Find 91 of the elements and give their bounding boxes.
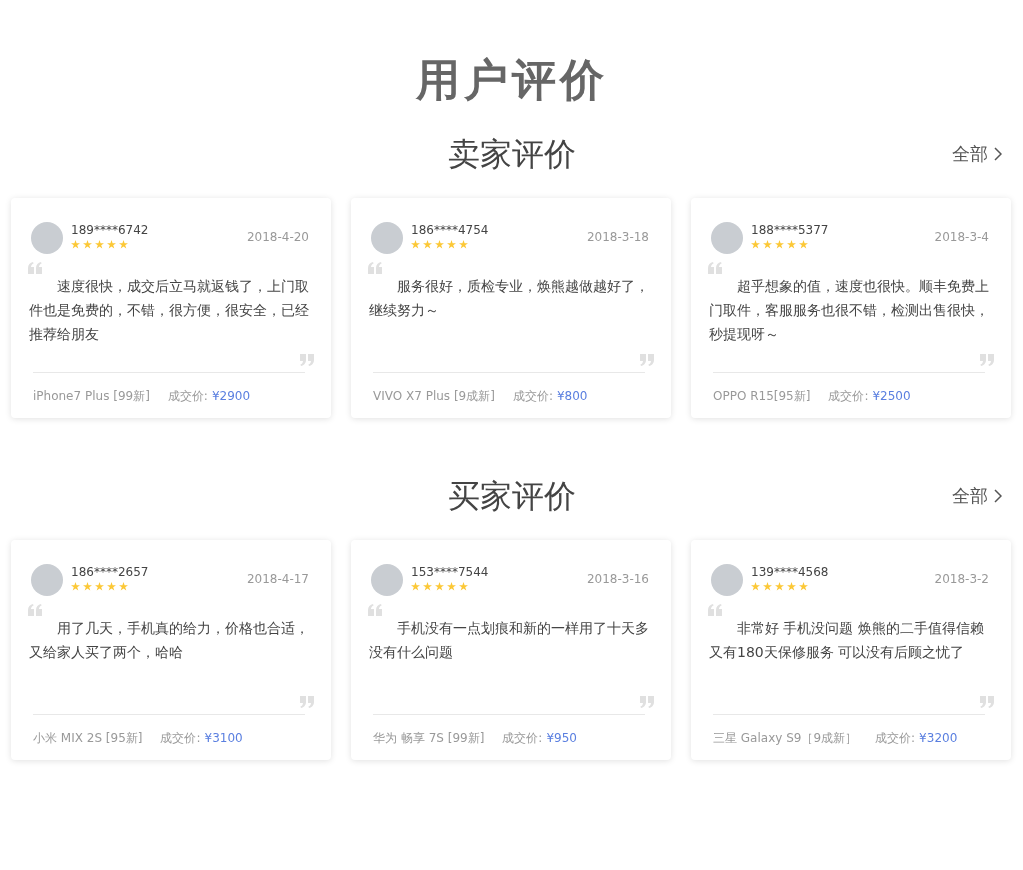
price-label: 成交价: [502, 731, 543, 745]
close-quote-icon [299, 696, 315, 708]
chevron-right-icon [994, 146, 1002, 161]
star-filled-icon [423, 582, 432, 591]
open-quote-icon [367, 604, 383, 616]
review-date: 2018-3-18 [586, 229, 649, 246]
star-filled-icon [459, 582, 468, 591]
product-name: 三星 Galaxy S9［9成新］ [713, 730, 858, 747]
open-quote-icon [707, 604, 723, 616]
price-value: ¥3100 [204, 731, 243, 745]
star-filled-icon [95, 240, 104, 249]
close-quote-icon [979, 696, 995, 708]
open-quote-icon [367, 262, 383, 274]
star-filled-icon [107, 582, 116, 591]
review-text: 手机没有一点划痕和新的一样用了十天多没有什么问题 [369, 619, 649, 662]
product-name: iPhone7 Plus [99新] [33, 388, 150, 405]
product-name: OPPO R15[95新] [713, 388, 811, 405]
star-filled-icon [763, 582, 772, 591]
avatar-placeholder [371, 564, 403, 596]
star-filled-icon [751, 582, 760, 591]
star-filled-icon [775, 582, 784, 591]
avatar-placeholder [711, 222, 743, 254]
review-text: 服务很好，质检专业，焕熊越做越好了，继续努力～ [369, 277, 649, 320]
open-quote-icon [27, 262, 43, 274]
review-date: 2018-4-17 [246, 571, 309, 588]
close-quote-icon [639, 354, 655, 366]
star-filled-icon [447, 582, 456, 591]
star-filled-icon [799, 582, 808, 591]
open-quote-icon [707, 262, 723, 274]
user-phone: 153****7544 [411, 564, 489, 580]
price-value: ¥3200 [919, 731, 958, 745]
review-date: 2018-3-2 [934, 571, 989, 588]
star-filled-icon [411, 582, 420, 591]
price-value: ¥2900 [211, 389, 251, 403]
star-filled-icon [83, 240, 92, 249]
star-filled-icon [411, 240, 420, 249]
close-quote-icon [979, 354, 995, 366]
star-filled-icon [775, 240, 784, 249]
star-filled-icon [119, 240, 128, 249]
star-filled-icon [119, 582, 128, 591]
user-phone: 186****4754 [411, 222, 489, 238]
star-filled-icon [763, 240, 772, 249]
close-quote-icon [299, 354, 315, 366]
star-filled-icon [435, 240, 444, 249]
star-filled-icon [459, 240, 468, 249]
price-value: ¥2500 [872, 389, 911, 403]
review-date: 2018-3-4 [934, 229, 989, 246]
product-name: 华为 畅享 7S [99新] [373, 730, 485, 747]
review-date: 2018-3-16 [586, 571, 649, 588]
user-phone: 186****2657 [71, 564, 149, 580]
price-label: 成交价: [160, 731, 201, 745]
section-title: 买家评价 [447, 476, 576, 517]
close-quote-icon [639, 696, 655, 708]
view-all-link[interactable]: 全部 [952, 140, 1002, 167]
star-filled-icon [447, 240, 456, 249]
price-value: ¥950 [546, 731, 577, 745]
review-text: 超乎想象的值，速度也很快。顺丰免费上门取件，客服服务也很不错，检测出售很快，秒提现呀～ [709, 277, 989, 344]
avatar-placeholder [31, 222, 63, 254]
review-text: 速度很快，成交后立马就返钱了，上门取件也是免费的，不错，很方便，很安全，已经推荐给朋友 [29, 277, 309, 344]
review-text: 非常好 手机没问题 焕熊的二手值得信赖又有180天保修服务 可以没有后顾之忧了 [709, 619, 985, 662]
avatar-placeholder [711, 564, 743, 596]
product-name: 小米 MIX 2S [95新] [33, 730, 143, 747]
user-phone: 139****4568 [751, 564, 829, 580]
star-filled-icon [423, 240, 432, 249]
price-label: 成交价: [512, 389, 553, 403]
open-quote-icon [27, 604, 43, 616]
price-value: ¥800 [556, 389, 588, 403]
star-filled-icon [751, 240, 760, 249]
star-filled-icon [71, 582, 80, 591]
star-filled-icon [71, 240, 80, 249]
review-date: 2018-4-20 [246, 229, 309, 246]
price-label: 成交价: [828, 389, 869, 403]
price-label: 成交价: [875, 731, 916, 745]
star-filled-icon [799, 240, 808, 249]
star-filled-icon [787, 582, 796, 591]
product-name: VIVO X7 Plus [9成新] [373, 388, 495, 405]
user-phone: 189****6742 [71, 222, 149, 238]
review-text: 用了几天，手机真的给力，价格也合适，又给家人买了两个，哈哈 [29, 619, 309, 662]
avatar-placeholder [31, 564, 63, 596]
star-filled-icon [95, 582, 104, 591]
avatar-placeholder [371, 222, 403, 254]
view-all-link[interactable]: 全部 [952, 482, 1002, 509]
user-phone: 188****5377 [751, 222, 829, 238]
star-filled-icon [787, 240, 796, 249]
star-filled-icon [435, 582, 444, 591]
page-title: 用户评价 [414, 58, 609, 102]
chevron-right-icon [994, 488, 1002, 503]
star-filled-icon [83, 582, 92, 591]
price-label: 成交价: [167, 389, 208, 403]
section-title: 卖家评价 [447, 134, 576, 175]
star-filled-icon [107, 240, 116, 249]
